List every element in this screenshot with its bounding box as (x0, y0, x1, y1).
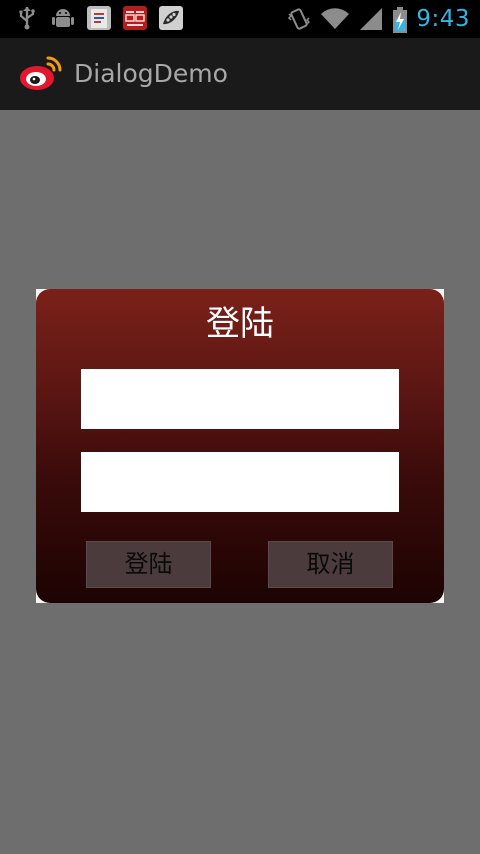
clipboard-app-icon (86, 5, 112, 31)
weibo-logo-icon[interactable] (18, 54, 64, 94)
usb-icon (14, 5, 40, 31)
vibrate-icon (286, 6, 312, 32)
system-status-icons: 9:43 (286, 0, 470, 38)
login-button[interactable]: 登陆 (86, 541, 211, 588)
status-bar: 9:43 (0, 0, 480, 38)
login-dialog: 登陆 登陆 取消 (36, 289, 444, 603)
netease-news-icon (122, 5, 148, 31)
pea-app-icon (158, 5, 184, 31)
password-input[interactable] (81, 452, 399, 512)
app-title: DialogDemo (74, 59, 228, 88)
cell-signal-icon (358, 6, 384, 32)
username-input[interactable] (81, 369, 399, 429)
notification-icons (14, 5, 184, 31)
battery-charging-icon (392, 6, 408, 33)
android-debug-icon (50, 5, 76, 31)
wifi-icon (320, 6, 350, 32)
action-bar: DialogDemo (0, 38, 480, 111)
status-clock: 9:43 (416, 6, 470, 32)
cancel-button[interactable]: 取消 (268, 541, 393, 588)
dialog-title: 登陆 (206, 304, 274, 344)
